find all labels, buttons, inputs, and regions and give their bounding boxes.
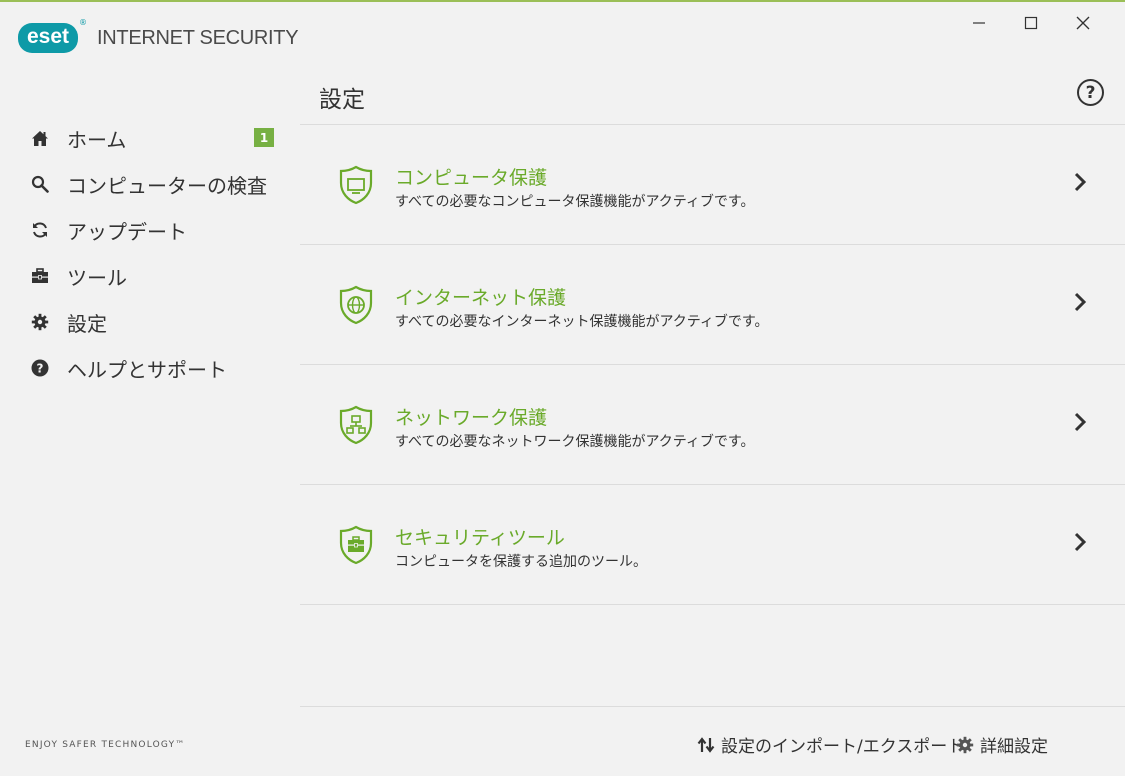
help-button[interactable]: ? xyxy=(1077,79,1104,106)
close-icon xyxy=(1076,16,1090,30)
settings-row-computer-protection[interactable]: コンピュータ保護 すべての必要なコンピュータ保護機能がアクティブです。 xyxy=(300,125,1125,245)
sidebar-item-tools[interactable]: ツール xyxy=(0,253,300,299)
settings-row-security-tools[interactable]: セキュリティツール コンピュータを保護する追加のツール。 xyxy=(300,485,1125,605)
footer-bar: 設定のインポート/エクスポート 詳細設定 xyxy=(300,706,1125,776)
sidebar-item-settings[interactable]: 設定 xyxy=(0,299,300,345)
import-export-icon xyxy=(697,736,715,754)
shield-toolbox-icon xyxy=(338,525,374,569)
chevron-right-icon xyxy=(1073,292,1087,316)
sidebar-item-label: ホーム xyxy=(67,127,127,152)
import-export-settings-link[interactable]: 設定のインポート/エクスポート xyxy=(697,732,964,757)
row-title: ネットワーク保護 xyxy=(395,407,548,429)
top-accent-bar xyxy=(0,0,1125,2)
refresh-icon xyxy=(30,220,50,240)
product-name: INTERNET SECURITY xyxy=(97,26,299,49)
row-title: セキュリティツール xyxy=(395,527,565,549)
row-title: コンピュータ保護 xyxy=(395,167,548,189)
minimize-button[interactable] xyxy=(953,8,1005,38)
row-title: インターネット保護 xyxy=(395,287,567,309)
toolbox-icon xyxy=(30,266,50,286)
sidebar-item-label: ヘルプとサポート xyxy=(67,357,227,382)
app-logo: eset ® INTERNET SECURITY xyxy=(18,18,299,54)
settings-row-network-protection[interactable]: ネットワーク保護 すべての必要なネットワーク保護機能がアクティブです。 xyxy=(300,365,1125,485)
sidebar-item-label: 設定 xyxy=(67,311,107,336)
main-panel: 設定 ? コンピュータ保護 すべての必要なコンピュータ保護機能がアクティブです。 xyxy=(300,62,1125,775)
chevron-right-icon xyxy=(1073,172,1087,196)
eset-logo: eset xyxy=(18,23,79,53)
sidebar-item-computer-scan[interactable]: コンピューターの検査 xyxy=(0,161,300,207)
maximize-button[interactable] xyxy=(1005,8,1057,38)
notification-badge: 1 xyxy=(254,128,274,147)
row-description: すべての必要なコンピュータ保護機能がアクティブです。 xyxy=(395,194,755,210)
sidebar-item-label: アップデート xyxy=(67,219,187,244)
sidebar-item-label: コンピューターの検査 xyxy=(67,173,267,198)
gear-icon xyxy=(30,312,50,332)
row-description: コンピュータを保護する追加のツール。 xyxy=(395,554,647,570)
sidebar-nav: ホーム 1 コンピューターの検査 アップデート ツール 設定 ? ヘルプとサポー… xyxy=(0,115,300,391)
advanced-setup-label: 詳細設定 xyxy=(980,737,1048,757)
close-button[interactable] xyxy=(1057,8,1109,38)
page-title: 設定 xyxy=(319,87,365,113)
sidebar-item-home[interactable]: ホーム 1 xyxy=(0,115,300,161)
registered-mark: ® xyxy=(79,18,88,27)
settings-list: コンピュータ保護 すべての必要なコンピュータ保護機能がアクティブです。 インター… xyxy=(300,124,1125,605)
advanced-setup-link[interactable]: 詳細設定 xyxy=(956,732,1048,757)
sidebar-item-update[interactable]: アップデート xyxy=(0,207,300,253)
row-description: すべての必要なインターネット保護機能がアクティブです。 xyxy=(395,314,769,330)
window-controls xyxy=(953,8,1109,38)
home-icon xyxy=(30,128,50,148)
sidebar-item-label: ツール xyxy=(67,265,127,290)
shield-monitor-icon xyxy=(338,165,374,209)
help-icon: ? xyxy=(30,358,50,378)
maximize-icon xyxy=(1024,16,1038,30)
question-icon: ? xyxy=(1085,82,1096,103)
chevron-right-icon xyxy=(1073,532,1087,556)
row-description: すべての必要なネットワーク保護機能がアクティブです。 xyxy=(395,434,755,450)
tagline: ENJOY SAFER TECHNOLOGY™ xyxy=(25,740,186,750)
shield-network-icon xyxy=(338,405,374,449)
chevron-right-icon xyxy=(1073,412,1087,436)
minimize-icon xyxy=(973,22,985,24)
shield-globe-icon xyxy=(338,285,374,329)
svg-text:?: ? xyxy=(37,362,44,376)
sidebar-item-help-support[interactable]: ? ヘルプとサポート xyxy=(0,345,300,391)
search-icon xyxy=(30,174,50,194)
gear-icon xyxy=(956,736,974,754)
import-export-label: 設定のインポート/エクスポート xyxy=(721,737,965,757)
settings-row-internet-protection[interactable]: インターネット保護 すべての必要なインターネット保護機能がアクティブです。 xyxy=(300,245,1125,365)
